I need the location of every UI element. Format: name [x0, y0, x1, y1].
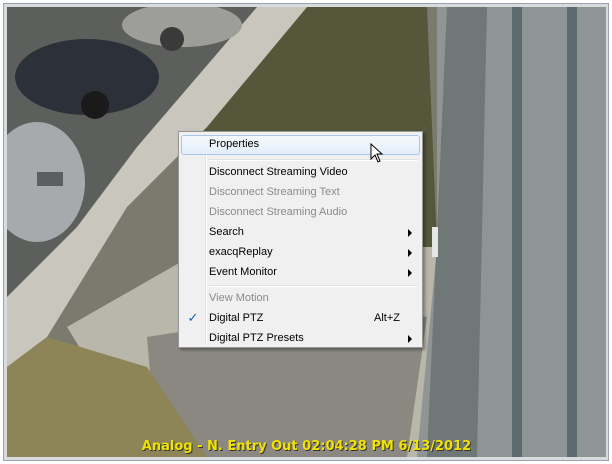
menu-separator: [209, 159, 418, 161]
menu-item-label: Digital PTZ: [209, 312, 264, 324]
door-frame-left: [512, 7, 522, 457]
menu-separator: [209, 285, 418, 287]
menu-item-label: Disconnect Streaming Text: [209, 186, 340, 198]
checkmark-icon: ✓: [187, 310, 199, 325]
menu-item-label: Disconnect Streaming Audio: [209, 206, 348, 218]
car-grille: [37, 172, 63, 186]
submenu-arrow-icon: [408, 269, 412, 277]
menu-item-label: View Motion: [209, 292, 269, 304]
menu-item-view-motion[interactable]: View Motion: [181, 289, 420, 309]
door-frame-right: [567, 7, 577, 457]
menu-item-label: Properties: [209, 138, 260, 150]
car-wheel: [81, 91, 109, 119]
context-menu: Properties Disconnect Streaming Video Di…: [178, 131, 423, 348]
menu-item-disconnect-video[interactable]: Disconnect Streaming Video: [181, 163, 420, 183]
menu-item-shortcut: Alt+Z: [374, 312, 400, 324]
menu-item-digital-ptz-presets[interactable]: Digital PTZ Presets: [181, 329, 420, 349]
door-handle: [432, 227, 438, 257]
menu-item-label: Search: [209, 226, 244, 238]
menu-item-disconnect-audio[interactable]: Disconnect Streaming Audio: [181, 203, 420, 223]
car-wheel-2: [160, 27, 184, 51]
menu-item-disconnect-text[interactable]: Disconnect Streaming Text: [181, 183, 420, 203]
menu-item-label: Digital PTZ Presets: [209, 332, 304, 344]
submenu-arrow-icon: [408, 229, 412, 237]
menu-item-exacqreplay[interactable]: exacqReplay: [181, 243, 420, 263]
menu-item-label: exacqReplay: [209, 246, 273, 258]
submenu-arrow-icon: [408, 335, 412, 343]
menu-item-event-monitor[interactable]: Event Monitor: [181, 263, 420, 283]
menu-item-label: Disconnect Streaming Video: [209, 166, 348, 178]
menu-item-search[interactable]: Search: [181, 223, 420, 243]
arrow-cursor-icon: [370, 143, 384, 163]
camera-timestamp-overlay: Analog - N. Entry Out 02:04:28 PM 6/13/2…: [141, 439, 472, 454]
menu-item-digital-ptz[interactable]: ✓ Digital PTZ Alt+Z: [181, 309, 420, 329]
menu-item-properties[interactable]: Properties: [181, 135, 420, 155]
menu-item-label: Event Monitor: [209, 266, 277, 278]
submenu-arrow-icon: [408, 249, 412, 257]
